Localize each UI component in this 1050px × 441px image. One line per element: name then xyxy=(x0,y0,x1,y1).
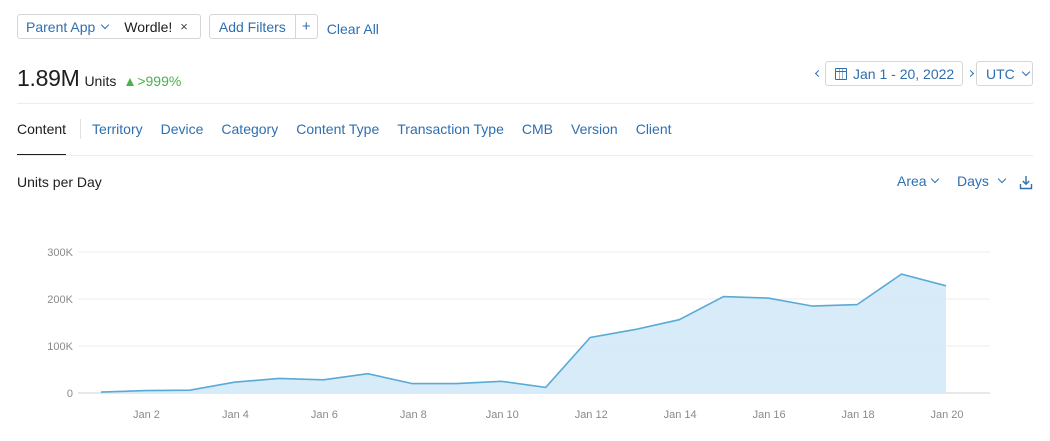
x-tick-label: Jan 16 xyxy=(753,409,786,421)
x-axis: Jan 2 Jan 4 Jan 6 Jan 8 Jan 10 Jan 12 Jan 14 Ja… xyxy=(133,409,964,421)
x-tick-label: Jan 10 xyxy=(486,409,519,421)
x-tick-label: Jan 2 xyxy=(133,409,160,421)
units-area-chart: 0 100K 200K 300K Jan 2 Jan 4 Jan 6 Jan 8 Jan 10… xyxy=(47,247,990,421)
x-tick-label: Jan 4 xyxy=(222,409,249,421)
y-tick-label: 300K xyxy=(47,247,73,259)
x-tick-label: Jan 12 xyxy=(575,409,608,421)
x-tick-label: Jan 18 xyxy=(842,409,875,421)
y-tick-label: 0 xyxy=(67,388,73,400)
y-axis: 0 100K 200K 300K xyxy=(47,247,73,400)
area-fill xyxy=(101,274,946,393)
x-tick-label: Jan 8 xyxy=(400,409,427,421)
x-tick-label: Jan 20 xyxy=(930,409,963,421)
x-tick-label: Jan 6 xyxy=(311,409,338,421)
y-tick-label: 100K xyxy=(47,341,73,353)
x-tick-label: Jan 14 xyxy=(664,409,697,421)
y-tick-label: 200K xyxy=(47,294,73,306)
